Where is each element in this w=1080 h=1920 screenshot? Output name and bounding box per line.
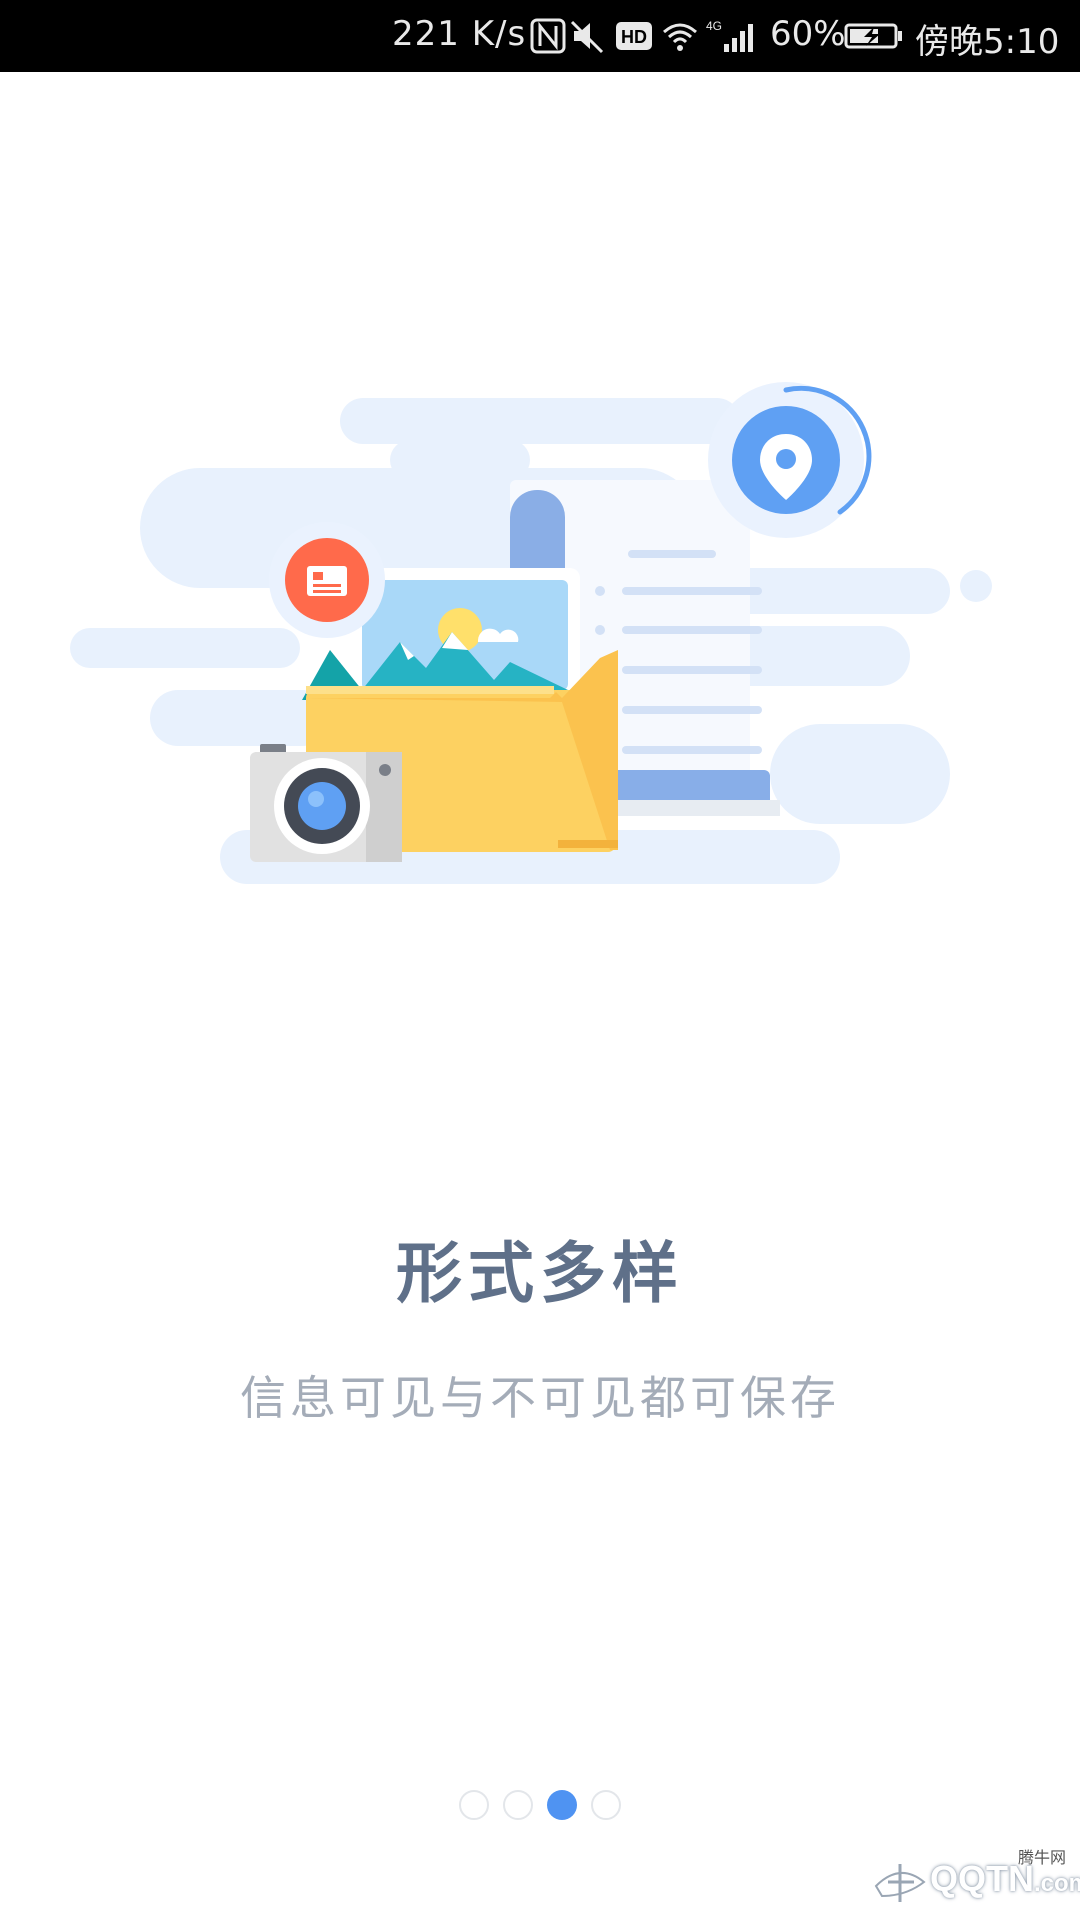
clock: 傍晚5:10 [915, 22, 1060, 62]
network-speed: 221 K/s [392, 14, 527, 54]
page-dot-4[interactable] [591, 1790, 621, 1820]
svg-text:HD: HD [621, 27, 647, 47]
svg-text:4G: 4G [706, 19, 722, 33]
watermark-logo-icon [874, 1864, 926, 1902]
nfc-icon [530, 18, 566, 54]
watermark-text: QQTN.com [930, 1858, 1080, 1899]
battery-percent: 60% [770, 14, 846, 54]
page-dot-2[interactable] [503, 1790, 533, 1820]
watermark: 腾牛网 QQTN.com [870, 1842, 1080, 1912]
location-pin-icon [708, 382, 872, 538]
page-dot-3-active[interactable] [547, 1790, 577, 1820]
hd-icon: HD [616, 22, 652, 50]
wifi-icon [663, 23, 697, 51]
camera-icon [250, 744, 402, 862]
onboarding-illustration [70, 382, 992, 884]
page-indicator [0, 1790, 1080, 1824]
news-icon [269, 522, 385, 638]
page-subtitle: 信息可见与不可见都可保存 [240, 1371, 840, 1425]
page-title: 形式多样 [396, 1235, 684, 1312]
page-dot-1[interactable] [459, 1790, 489, 1820]
signal-4g-icon: 4G [706, 19, 753, 52]
status-bar: 221 K/s HD 4G 60% 傍晚5:10 [0, 0, 1080, 72]
battery-charging-icon [844, 23, 902, 49]
mute-icon [570, 20, 604, 54]
